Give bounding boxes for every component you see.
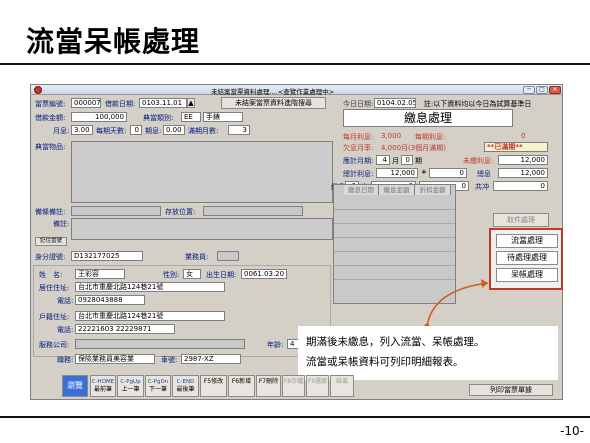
toolbar-key-label: C-PgUp bbox=[120, 379, 141, 385]
toolbar-prev-button[interactable]: C-PgUp 上一筆 bbox=[117, 375, 144, 397]
callout-line-2: 流當或呆帳資料可列印明細報表。 bbox=[306, 356, 464, 368]
toolbar-button-label: F6新增 bbox=[231, 378, 252, 385]
toolbar-button-label: F8存檔 bbox=[283, 378, 304, 385]
toolbar-button-label: F7刪除 bbox=[258, 378, 279, 385]
toolbar-button-label: F5修改 bbox=[203, 378, 224, 385]
toolbar-key-label: C-PgDn bbox=[147, 379, 169, 385]
footer-divider bbox=[0, 416, 590, 418]
toolbar-edit-button[interactable]: F5修改 bbox=[200, 375, 227, 397]
toolbar-button-label: 最前筆 bbox=[93, 386, 112, 393]
toolbar-button-label: 上一筆 bbox=[121, 386, 140, 393]
toolbar-button-label: 最後筆 bbox=[176, 386, 195, 393]
toolbar-last-button[interactable]: C-END 最後筆 bbox=[172, 375, 199, 397]
toolbar-browse-button[interactable]: 瀏覽 bbox=[62, 375, 88, 397]
toolbar-save-button[interactable]: F8存檔 bbox=[282, 375, 305, 397]
toolbar-add-button[interactable]: F6新增 bbox=[228, 375, 255, 397]
toolbar-button-label: 下一筆 bbox=[148, 386, 167, 393]
callout-line-1: 期滿後未繳息，列入流當、呆帳處理。 bbox=[306, 336, 485, 348]
toolbar-button-label: 結束 bbox=[335, 378, 348, 385]
toolbar-button-label: 瀏覽 bbox=[67, 381, 83, 390]
toolbar-next-button[interactable]: C-PgDn 下一筆 bbox=[145, 375, 171, 397]
toolbar-restore-button[interactable]: F9還原 bbox=[306, 375, 329, 397]
toolbar-delete-button[interactable]: F7刪除 bbox=[256, 375, 281, 397]
callout-box: 期滿後未繳息，列入流當、呆帳處理。 流當或呆帳資料可列印明細報表。 bbox=[298, 326, 558, 380]
page-number: -10- bbox=[560, 424, 584, 438]
toolbar-exit-button[interactable]: 結束 bbox=[330, 375, 354, 397]
toolbar-key-label: C-HOME bbox=[91, 379, 115, 385]
toolbar-key-label: C-END bbox=[176, 379, 195, 385]
toolbar-button-label: F9還原 bbox=[307, 378, 328, 385]
toolbar-first-button[interactable]: C-HOME 最前筆 bbox=[90, 375, 116, 397]
